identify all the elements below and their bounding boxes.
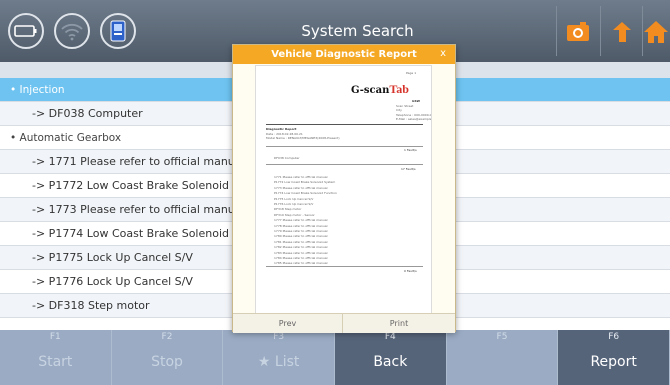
function-key-f4[interactable]: F4 Back	[335, 330, 447, 385]
list-item-label: -> P1775 Lock Up Cancel S/V	[32, 251, 193, 264]
divider	[266, 266, 423, 267]
report-fault-line: 1782 Please refer to official manual	[274, 245, 328, 250]
list-item-label: -> 1771 Please refer to official manual	[32, 155, 245, 168]
list-item-label: • Automatic Gearbox	[10, 131, 122, 144]
page-number-label: Page 1	[406, 71, 417, 75]
g-scan-tab-logo: G-scanTab	[351, 82, 409, 97]
report-fault-line: DF319 Step motor - Sensor	[274, 212, 315, 217]
function-key-number: F5	[496, 332, 508, 342]
function-key-number: F1	[49, 332, 61, 342]
function-key-f3[interactable]: F3 ★ List	[223, 330, 335, 385]
wifi-icon	[61, 23, 83, 41]
report-fault-line: 1779 Please refer to official manual	[274, 229, 328, 233]
company-info-line: GSW	[412, 99, 420, 103]
function-key-number: F3	[273, 332, 285, 342]
report-fault-line: DF318 Step motor	[274, 207, 302, 212]
dialog-title: Vehicle Diagnostic Report	[271, 49, 417, 60]
camera-button[interactable]	[558, 10, 598, 54]
camera-icon	[567, 22, 589, 41]
report-fault-line: P1776 Lock Up Cancel S/V	[274, 202, 314, 206]
function-key-label: ★ List	[257, 354, 300, 370]
divider	[266, 164, 423, 165]
divider	[556, 6, 557, 56]
company-info-line: Scan Street	[396, 103, 414, 108]
report-fault-line: 1771 Please refer to official manual	[274, 175, 328, 179]
function-key-label: Start	[38, 354, 73, 370]
divider	[266, 124, 423, 125]
logo-tab-text: Tab	[389, 82, 409, 96]
function-key-label: Back	[373, 354, 408, 370]
report-fault-line: 1783 Please refer to official manual	[274, 250, 328, 255]
function-key-number: F4	[384, 332, 396, 342]
report-fault-line: 1785 Please refer to official manual	[274, 261, 328, 266]
function-key-number: F2	[161, 332, 173, 342]
report-fault-line: P1772 Low Coast Brake Solenoid System	[274, 180, 336, 185]
report-fault-line: 1781 Please refer to official manual	[274, 239, 328, 244]
function-key-number: F6	[608, 332, 620, 342]
function-key-label: Stop	[151, 354, 183, 370]
section-fault-count: 1 Fault/s	[404, 148, 417, 152]
report-title: Diagnostic Report	[266, 127, 297, 131]
close-icon[interactable]: x	[440, 48, 446, 59]
report-fault-line: 1773 Please refer to official manual	[274, 185, 328, 190]
report-vehicle: Model Name : RENAULT/MEGANE3(2008-Presen…	[266, 136, 340, 140]
wifi-status-button[interactable]	[54, 13, 90, 49]
divider	[600, 6, 601, 56]
function-key-f5[interactable]: F5	[447, 330, 559, 385]
list-item-label: -> DF038 Computer	[32, 107, 143, 120]
list-item-label: • Injection	[10, 83, 65, 96]
print-button[interactable]: Print	[343, 313, 455, 333]
company-info-line: City	[396, 108, 402, 112]
report-fault-line: P1774 Low Coast Brake Solenoid Function	[274, 191, 337, 196]
report-fault-line: 1777 Please refer to official manual	[274, 218, 328, 223]
report-fault-line: 1780 Please refer to official manual	[274, 234, 328, 239]
home-icon	[644, 21, 668, 43]
upload-icon	[613, 22, 631, 42]
section-fault-count: 17 Fault/s	[401, 167, 416, 171]
battery-icon	[14, 25, 37, 37]
report-fault-line: P1775 Lock Up Cancel S/V	[274, 196, 314, 201]
list-item-label: -> P1776 Lock Up Cancel S/V	[32, 275, 193, 288]
function-key-label: Report	[590, 354, 637, 370]
function-key-f6[interactable]: F6 Report	[558, 330, 670, 385]
function-key-f2[interactable]: F2 Stop	[112, 330, 224, 385]
section-fault-count: 0 Fault/s	[404, 269, 417, 273]
report-dialog: Vehicle Diagnostic Report x Page 1 G-sca…	[232, 44, 456, 333]
home-button[interactable]	[636, 10, 670, 54]
report-fault-line: 1778 Please refer to official manual	[274, 223, 328, 228]
function-key-f1[interactable]: F1 Start	[0, 330, 112, 385]
vci-device-button[interactable]	[100, 13, 136, 49]
company-info-line: Telephone : 000-0000-0000	[396, 112, 432, 117]
company-info-line: E-Mail : sales@example.com	[396, 117, 432, 121]
report-preview-page[interactable]: Page 1 G-scanTab GSW Scan Street City Telep…	[255, 65, 432, 315]
prev-button[interactable]: Prev	[233, 313, 343, 333]
page-title: System Search	[301, 22, 414, 40]
section-fault-item: DF038 Computer	[274, 156, 300, 160]
battery-status-button[interactable]	[8, 13, 44, 49]
dialog-title-bar: Vehicle Diagnostic Report x	[233, 45, 455, 64]
list-item-label: -> 1773 Please refer to official manual	[32, 203, 245, 216]
list-item-label: -> DF318 Step motor	[32, 299, 150, 312]
report-fault-line: 1784 Please refer to official manual	[274, 256, 328, 260]
divider	[266, 146, 423, 147]
logo-text: G-scan	[351, 85, 390, 96]
scanner-device-icon	[110, 20, 126, 42]
